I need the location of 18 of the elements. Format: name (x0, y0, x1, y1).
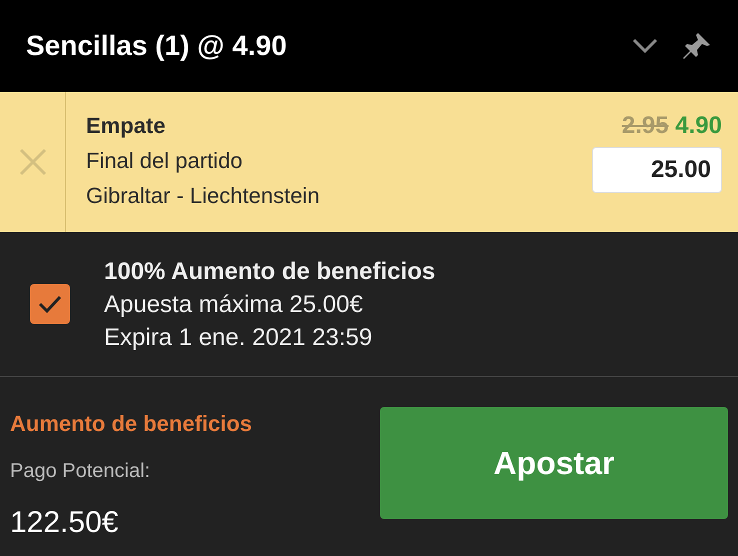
payout-value: 122.50€ (10, 505, 120, 541)
pin-icon[interactable] (682, 31, 712, 61)
event-name: Gibraltar - Liechtenstein (86, 182, 320, 210)
boosted-odds: 4.90 (675, 112, 722, 139)
stake-field[interactable]: 25.00 (592, 147, 722, 193)
chevron-down-icon[interactable] (632, 38, 658, 54)
payout-label: Pago Potencial: (10, 459, 152, 484)
promo-title: 100% Aumento de beneficios (104, 256, 436, 286)
max-stake-text: Apuesta máxima 25.00€ (104, 290, 364, 320)
header-title: Sencillas (1) @ 4.90 (26, 29, 287, 63)
boost-label: Aumento de beneficios (10, 410, 252, 438)
checkmark-icon (38, 294, 62, 314)
selection-name: Empate (86, 112, 166, 140)
boost-checkbox[interactable] (30, 284, 70, 324)
old-odds: 2.95 (622, 112, 669, 139)
expiry-text: Expira 1 ene. 2021 23:59 (104, 322, 374, 352)
market-name: Final del partido (86, 147, 244, 175)
place-bet-button[interactable]: Apostar (380, 407, 728, 519)
